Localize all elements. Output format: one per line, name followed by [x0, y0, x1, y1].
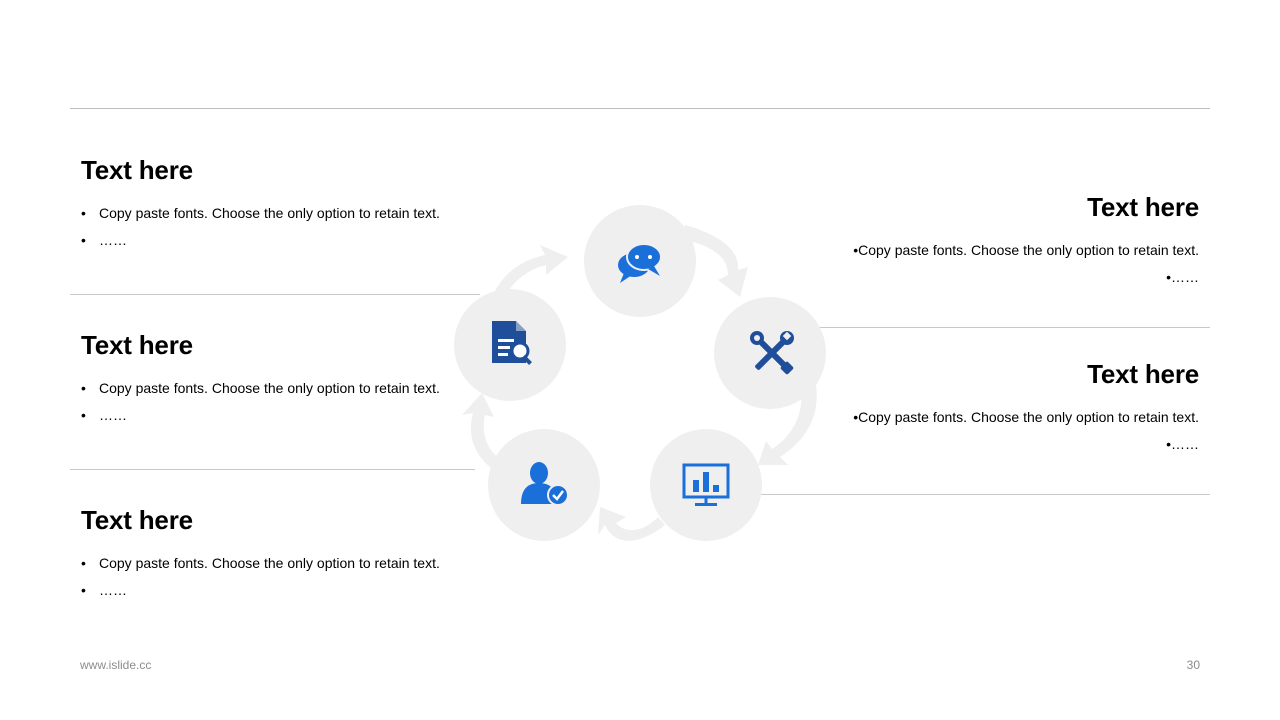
footer-url: www.islide.cc — [80, 658, 152, 672]
bullet-dot: • — [81, 555, 86, 571]
bullet-text: Copy paste fonts. Choose the only option… — [99, 555, 440, 571]
bullet-text: Copy paste fonts. Choose the only option… — [858, 409, 1199, 425]
bullet-list: •Copy paste fonts. Choose the only optio… — [799, 409, 1199, 452]
bullet-item: • Copy paste fonts. Choose the only optio… — [81, 555, 481, 571]
bullet-item: •…… — [799, 269, 1199, 285]
bullet-text: Copy paste fonts. Choose the only option… — [99, 380, 440, 396]
bullet-item: • …… — [81, 582, 481, 598]
bullet-text: …… — [1171, 436, 1199, 452]
text-block-left-3: Text here • Copy paste fonts. Choose the … — [81, 505, 481, 609]
bullet-item: • …… — [81, 407, 481, 423]
text-block-right-1: Text here •Copy paste fonts. Choose the … — [799, 192, 1199, 296]
bullet-item: • Copy paste fonts. Choose the only optio… — [81, 380, 481, 396]
bullet-list: • Copy paste fonts. Choose the only optio… — [81, 555, 481, 598]
top-divider — [70, 108, 1210, 109]
bullet-text: Copy paste fonts. Choose the only option… — [99, 205, 440, 221]
bullet-dot: • — [81, 380, 86, 396]
bullet-dot: • — [853, 242, 859, 258]
text-block-left-1: Text here • Copy paste fonts. Choose the … — [81, 155, 481, 259]
bullet-text: …… — [99, 232, 127, 248]
bullet-item: •Copy paste fonts. Choose the only optio… — [799, 242, 1199, 258]
bullet-item: •Copy paste fonts. Choose the only optio… — [799, 409, 1199, 425]
bullet-list: • Copy paste fonts. Choose the only optio… — [81, 205, 481, 248]
bullet-dot: • — [1166, 269, 1171, 285]
text-block-left-2: Text here • Copy paste fonts. Choose the … — [81, 330, 481, 434]
text-block-right-2: Text here •Copy paste fonts. Choose the … — [799, 359, 1199, 463]
left-divider-1 — [70, 294, 480, 295]
bullet-dot: • — [81, 407, 86, 423]
arrow-3 — [598, 507, 665, 541]
bullet-text: Copy paste fonts. Choose the only option… — [858, 242, 1199, 258]
left-divider-2 — [70, 469, 475, 470]
bullet-item: •…… — [799, 436, 1199, 452]
cycle-diagram — [454, 205, 826, 541]
block-title: Text here — [1087, 192, 1199, 222]
bullet-dot: • — [81, 232, 86, 248]
bullet-list: •Copy paste fonts. Choose the only optio… — [799, 242, 1199, 285]
bullet-text: …… — [99, 407, 127, 423]
bullet-item: • …… — [81, 232, 481, 248]
block-title: Text here — [81, 505, 193, 535]
bullet-dot: • — [81, 205, 86, 221]
right-divider-1 — [812, 327, 1210, 328]
bullet-text: …… — [99, 582, 127, 598]
bullet-item: • Copy paste fonts. Choose the only optio… — [81, 205, 481, 221]
bullet-dot: • — [81, 582, 86, 598]
bullet-text: …… — [1171, 269, 1199, 285]
block-title: Text here — [81, 330, 193, 360]
bullet-list: • Copy paste fonts. Choose the only optio… — [81, 380, 481, 423]
page-number: 30 — [1186, 658, 1200, 672]
bullet-dot: • — [1166, 436, 1171, 452]
bullet-dot: • — [853, 409, 859, 425]
block-title: Text here — [1087, 359, 1199, 389]
block-title: Text here — [81, 155, 193, 185]
